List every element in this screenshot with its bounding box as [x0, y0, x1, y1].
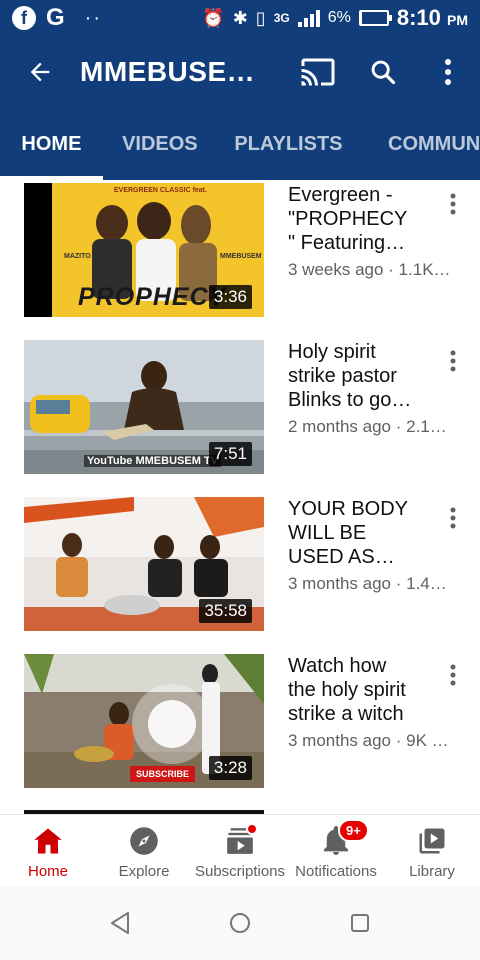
- alarm-icon: ⏰: [202, 7, 225, 28]
- video-item[interactable]: 35:58 YOUR BODY WILL BE USED AS MONEY 3 …: [0, 494, 480, 634]
- video-meta: 3 weeks ago · 1.1K views: [288, 260, 453, 279]
- back-button[interactable]: [0, 36, 80, 108]
- video-more-button[interactable]: [436, 498, 470, 538]
- nav-label: Subscriptions: [194, 863, 286, 880]
- tab-videos[interactable]: VIDEOS: [103, 108, 217, 180]
- more-vert-icon: [450, 193, 456, 215]
- thumbnail-name-right: MMEBUSEM: [220, 253, 262, 260]
- video-title[interactable]: YOUR BODY WILL BE USED AS MONEY: [288, 497, 416, 569]
- notifications-badge: 9+: [338, 819, 369, 842]
- thumbnail-name-left: MAZITO: [64, 253, 91, 260]
- video-title[interactable]: Watch how the holy spirit strike a witch: [288, 654, 416, 726]
- tab-community[interactable]: COMMUNITY: [360, 108, 480, 180]
- more-vert-icon: [450, 664, 456, 686]
- cast-button[interactable]: [285, 36, 350, 108]
- video-more-button[interactable]: [436, 341, 470, 381]
- circle-home-icon: [230, 913, 250, 933]
- facebook-notification-icon: f: [12, 6, 36, 30]
- more-vert-icon: [450, 350, 456, 372]
- more-vert-icon: [444, 59, 451, 85]
- video-duration: 35:58: [199, 599, 252, 623]
- channel-tabs: HOME VIDEOS PLAYLISTS COMMUNITY: [0, 108, 480, 180]
- nav-library[interactable]: Library: [384, 815, 480, 886]
- search-button[interactable]: [350, 36, 415, 108]
- thumbnail-caption: EVERGREEN CLASSIC feat.: [114, 187, 207, 194]
- app-header: MMEBUSEM TV: [0, 36, 480, 108]
- cast-icon: [301, 58, 334, 86]
- status-bar: f G ·· ⏰ ✱ ▯ 3G 6% 8:10 PM: [0, 0, 480, 36]
- nav-label: Home: [27, 863, 68, 880]
- subscriptions-badge-dot: [246, 823, 258, 835]
- nav-subscriptions[interactable]: Subscriptions: [192, 815, 288, 886]
- library-icon: [419, 828, 445, 854]
- home-icon: [34, 828, 62, 854]
- more-notifications-icon: ··: [84, 6, 102, 29]
- video-more-button[interactable]: [436, 184, 470, 224]
- more-vert-icon: [450, 507, 456, 529]
- video-list: EVERGREEN CLASSIC feat. MAZITO MMEBUSEM …: [0, 180, 480, 814]
- video-more-button[interactable]: [436, 655, 470, 695]
- network-type: 3G: [273, 11, 290, 25]
- video-item[interactable]: EVERGREEN CLASSIC feat. MAZITO MMEBUSEM …: [0, 180, 480, 320]
- thumbnail-subscribe-badge: SUBSCRIBE: [130, 766, 196, 782]
- system-recents-button[interactable]: [336, 899, 384, 947]
- thumbnail-watermark: YouTube MMEBUSEM TV: [84, 455, 221, 467]
- video-thumbnail[interactable]: SUBSCRIBE 3:28: [24, 654, 264, 788]
- search-icon: [371, 60, 395, 85]
- google-notification-icon: G: [46, 4, 65, 31]
- nav-label: Library: [409, 863, 455, 880]
- arrow-back-icon: [30, 62, 50, 82]
- bluetooth-icon: ✱: [232, 7, 248, 28]
- channel-title: MMEBUSEM TV: [80, 56, 255, 87]
- tab-home[interactable]: HOME: [0, 108, 103, 180]
- signal-icon: [297, 10, 320, 27]
- video-duration: 3:28: [208, 756, 252, 780]
- nav-label: Notifications: [295, 863, 377, 880]
- system-back-button[interactable]: [96, 899, 144, 947]
- video-thumbnail[interactable]: YouTube MMEBUSEM TV 7:51: [24, 340, 264, 474]
- battery-icon: [358, 10, 392, 26]
- system-home-button[interactable]: [216, 899, 264, 947]
- vibrate-icon: ▯: [255, 7, 266, 28]
- battery-percent: 6%: [327, 9, 351, 26]
- video-title[interactable]: Holy spirit strike pastor Blinks to go m…: [288, 340, 416, 412]
- nav-home[interactable]: Home: [0, 815, 96, 886]
- nav-notifications[interactable]: 9+ Notifications: [288, 815, 384, 886]
- bottom-navigation: Home Explore Subscriptions 9+ Notificati…: [0, 814, 480, 886]
- compass-icon: [130, 827, 158, 855]
- video-duration: 3:36: [208, 285, 252, 309]
- video-meta: 2 months ago · 2.1K views: [288, 417, 453, 436]
- video-item[interactable]: YouTube MMEBUSEM TV 7:51 Holy spirit str…: [0, 337, 480, 477]
- overflow-menu-button[interactable]: [415, 36, 480, 108]
- video-title[interactable]: Evergreen - "PROPHECY " Featuring Mazito…: [288, 183, 416, 255]
- video-meta: 3 months ago · 9K views: [288, 731, 453, 750]
- video-item[interactable]: SUBSCRIBE 3:28 Watch how the holy spirit…: [0, 651, 480, 791]
- clock: 8:10 PM: [396, 5, 468, 30]
- video-duration: 7:51: [208, 442, 252, 466]
- video-thumbnail[interactable]: EVERGREEN CLASSIC feat. MAZITO MMEBUSEM …: [24, 183, 264, 317]
- nav-explore[interactable]: Explore: [96, 815, 192, 886]
- square-recents-icon: [351, 914, 369, 932]
- tab-playlists[interactable]: PLAYLISTS: [217, 108, 360, 180]
- triangle-back-icon: [111, 912, 129, 934]
- system-navigation-bar: [0, 886, 480, 960]
- thumbnail-title-text: PROPHECY: [78, 283, 227, 311]
- video-thumbnail[interactable]: 35:58: [24, 497, 264, 631]
- video-meta: 3 months ago · 1.4K views: [288, 574, 453, 593]
- nav-label: Explore: [118, 863, 170, 880]
